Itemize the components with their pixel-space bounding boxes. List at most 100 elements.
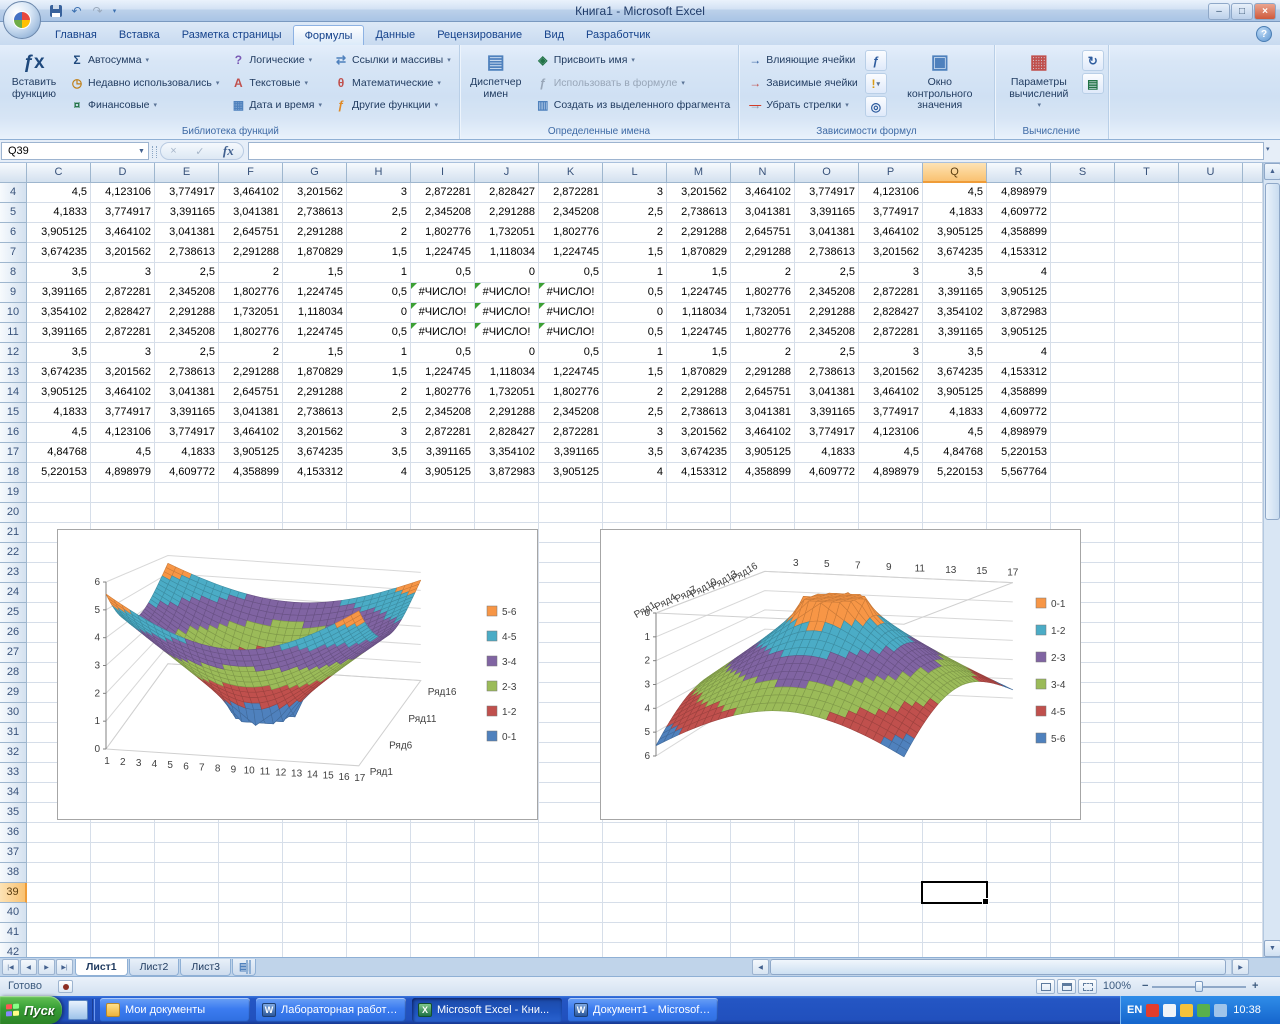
cell[interactable] — [155, 483, 219, 503]
cell[interactable]: 3,774917 — [859, 403, 923, 423]
cell[interactable]: 0 — [475, 263, 539, 283]
tray-icon-1[interactable] — [1146, 1003, 1160, 1017]
cell[interactable]: 3,774917 — [91, 203, 155, 223]
cell[interactable]: 3,391165 — [923, 283, 987, 303]
cell[interactable] — [1179, 343, 1243, 363]
cell[interactable]: 3,464102 — [731, 423, 795, 443]
cell[interactable]: 4 — [987, 263, 1051, 283]
cell[interactable] — [91, 823, 155, 843]
cell[interactable] — [347, 823, 411, 843]
cell[interactable] — [1051, 923, 1115, 943]
ribbon-small-button[interactable]: ¤ Финансовые ▾ — [65, 94, 223, 116]
cell[interactable]: 2,5 — [347, 203, 411, 223]
tray-icon-5[interactable] — [1214, 1003, 1228, 1017]
cell[interactable] — [1179, 263, 1243, 283]
cell[interactable]: 2,738613 — [667, 203, 731, 223]
cell[interactable] — [347, 863, 411, 883]
column-header[interactable]: Q — [923, 163, 987, 183]
cell[interactable]: 3,905125 — [27, 383, 91, 403]
cell[interactable]: #ЧИСЛО! — [475, 303, 539, 323]
cell[interactable] — [1115, 743, 1179, 763]
prev-sheet-button[interactable]: ◀ — [20, 959, 37, 975]
cell[interactable]: 3,041381 — [219, 203, 283, 223]
column-header[interactable]: T — [1115, 163, 1179, 183]
cell[interactable]: 1,224745 — [411, 363, 475, 383]
cell[interactable]: 2 — [219, 263, 283, 283]
cell[interactable]: 2 — [347, 383, 411, 403]
cell[interactable] — [859, 483, 923, 503]
cell[interactable]: 1 — [347, 263, 411, 283]
cell[interactable]: 4,153312 — [987, 243, 1051, 263]
cell[interactable] — [1243, 923, 1263, 943]
cell[interactable]: 1,870829 — [667, 363, 731, 383]
cell[interactable] — [219, 883, 283, 903]
cell[interactable] — [667, 903, 731, 923]
ribbon-small-button[interactable]: → Зависимые ячейки — [743, 72, 862, 94]
surface-chart-left[interactable]: 0 1 2 3 4 5 6 1 2 3 4 5 6 7 8 9 10 11 12 13 14 15 16 17 Ряд1 Ряд6… — [57, 529, 538, 820]
cell[interactable] — [411, 843, 475, 863]
cell[interactable]: 3 — [859, 343, 923, 363]
cell[interactable] — [1051, 383, 1115, 403]
cell[interactable] — [1243, 683, 1263, 703]
cell[interactable]: 2,291288 — [219, 363, 283, 383]
cell[interactable] — [731, 843, 795, 863]
cell[interactable] — [1179, 463, 1243, 483]
row-header[interactable]: 15 — [0, 403, 27, 423]
cell[interactable] — [411, 883, 475, 903]
horizontal-scroll-thumb[interactable] — [770, 959, 1226, 975]
tray-icon-4[interactable] — [1197, 1003, 1211, 1017]
cell[interactable] — [603, 943, 667, 957]
cell[interactable] — [411, 823, 475, 843]
cell[interactable] — [1243, 843, 1263, 863]
cell[interactable] — [1051, 503, 1115, 523]
cell[interactable]: 1,802776 — [731, 283, 795, 303]
cell[interactable] — [795, 943, 859, 957]
row-header[interactable]: 7 — [0, 243, 27, 263]
cell[interactable]: 4,5 — [91, 443, 155, 463]
cell[interactable]: 2,828427 — [475, 183, 539, 203]
cell[interactable] — [1243, 903, 1263, 923]
cell[interactable] — [603, 923, 667, 943]
cell[interactable] — [1243, 403, 1263, 423]
cell[interactable]: 0 — [603, 303, 667, 323]
column-header[interactable]: E — [155, 163, 219, 183]
cell[interactable]: 3,674235 — [923, 243, 987, 263]
cell[interactable]: 4,898979 — [859, 463, 923, 483]
cell[interactable] — [1243, 223, 1263, 243]
cell[interactable] — [1179, 783, 1243, 803]
cell[interactable] — [1179, 703, 1243, 723]
cell[interactable] — [987, 843, 1051, 863]
cell[interactable] — [91, 503, 155, 523]
cell[interactable] — [795, 503, 859, 523]
cell[interactable]: 3,201562 — [859, 243, 923, 263]
cell[interactable] — [795, 903, 859, 923]
cell[interactable] — [603, 883, 667, 903]
cell[interactable] — [603, 903, 667, 923]
cell[interactable]: 1,224745 — [539, 243, 603, 263]
cell[interactable] — [1115, 563, 1179, 583]
cell[interactable] — [987, 503, 1051, 523]
cell[interactable] — [1051, 903, 1115, 923]
ribbon-small-button[interactable]: ƒ Использовать в формуле ▾ — [531, 72, 734, 94]
cell[interactable]: #ЧИСЛО! — [475, 283, 539, 303]
cell[interactable] — [1051, 823, 1115, 843]
row-header[interactable]: 21 — [0, 523, 27, 543]
cell[interactable] — [795, 863, 859, 883]
cell[interactable] — [411, 943, 475, 957]
cell[interactable]: 2,872281 — [859, 283, 923, 303]
cell[interactable] — [795, 823, 859, 843]
cell[interactable]: 4,898979 — [91, 463, 155, 483]
row-header[interactable]: 42 — [0, 943, 27, 957]
cell[interactable]: 3,464102 — [219, 183, 283, 203]
cell[interactable] — [283, 863, 347, 883]
cell[interactable] — [923, 863, 987, 883]
cell[interactable] — [475, 843, 539, 863]
cell[interactable] — [1051, 343, 1115, 363]
ribbon-small-button[interactable]: ? Логические ▾ — [226, 49, 326, 71]
cell[interactable] — [1115, 923, 1179, 943]
cell[interactable] — [1051, 323, 1115, 343]
cell[interactable] — [411, 923, 475, 943]
cell[interactable] — [475, 483, 539, 503]
cell[interactable]: 3,464102 — [731, 183, 795, 203]
cell[interactable]: 4,1833 — [27, 203, 91, 223]
